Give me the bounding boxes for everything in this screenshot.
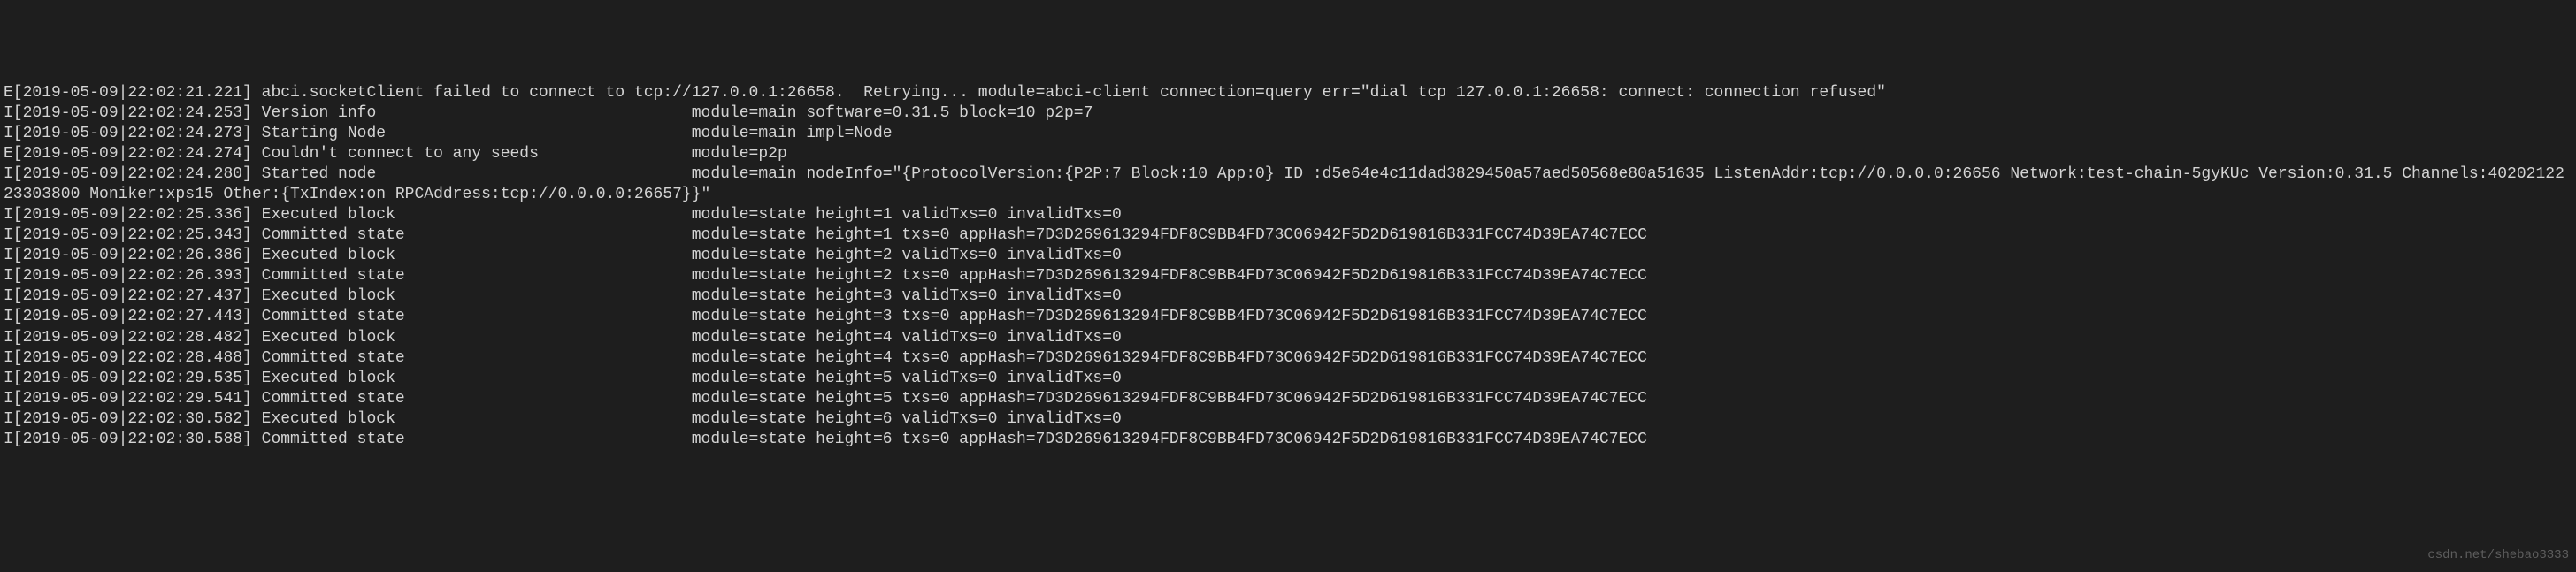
log-line: I[2019-05-09|22:02:24.273] Starting Node… bbox=[4, 124, 2572, 144]
log-line: I[2019-05-09|22:02:26.393] Committed sta… bbox=[4, 266, 2572, 286]
log-line: I[2019-05-09|22:02:26.386] Executed bloc… bbox=[4, 246, 2572, 266]
log-line: I[2019-05-09|22:02:30.582] Executed bloc… bbox=[4, 409, 2572, 430]
log-line: E[2019-05-09|22:02:21.221] abci.socketCl… bbox=[4, 83, 2572, 103]
watermark-text: csdn.net/shebao3333 bbox=[2427, 548, 2569, 564]
log-line: I[2019-05-09|22:02:24.253] Version info … bbox=[4, 103, 2572, 124]
log-line: I[2019-05-09|22:02:30.588] Committed sta… bbox=[4, 430, 2572, 450]
log-line: I[2019-05-09|22:02:25.343] Committed sta… bbox=[4, 225, 2572, 246]
log-line: I[2019-05-09|22:02:27.437] Executed bloc… bbox=[4, 286, 2572, 307]
log-line: I[2019-05-09|22:02:24.280] Started node … bbox=[4, 164, 2572, 205]
terminal-log-output: E[2019-05-09|22:02:21.221] abci.socketCl… bbox=[4, 83, 2572, 450]
log-line: I[2019-05-09|22:02:28.482] Executed bloc… bbox=[4, 328, 2572, 348]
log-line: E[2019-05-09|22:02:24.274] Couldn't conn… bbox=[4, 144, 2572, 164]
log-line: I[2019-05-09|22:02:29.541] Committed sta… bbox=[4, 389, 2572, 409]
log-line: I[2019-05-09|22:02:27.443] Committed sta… bbox=[4, 307, 2572, 327]
log-line: I[2019-05-09|22:02:25.336] Executed bloc… bbox=[4, 205, 2572, 225]
log-line: I[2019-05-09|22:02:28.488] Committed sta… bbox=[4, 348, 2572, 369]
log-line: I[2019-05-09|22:02:29.535] Executed bloc… bbox=[4, 369, 2572, 389]
